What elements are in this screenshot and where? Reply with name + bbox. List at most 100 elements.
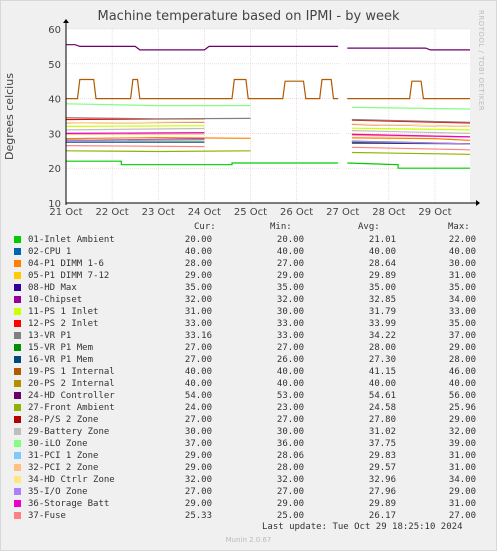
y-tick-label: 50 — [48, 60, 61, 71]
y-tick-label: 30 — [48, 129, 61, 140]
legend-swatch — [14, 512, 21, 519]
legend-swatch — [14, 392, 21, 399]
legend-series-name: 04-P1 DIMM 1-6 — [28, 259, 104, 269]
legend-avg-value: 31.79 — [368, 307, 396, 317]
legend-max-value: 35.00 — [448, 283, 476, 293]
legend-series-name: 13-VR P1 — [28, 331, 72, 341]
legend-max-value: 31.00 — [448, 271, 476, 281]
legend-row: 31-PCI 1 Zone 29.00 28.06 29.83 31.00 — [0, 450, 497, 462]
legend-cur-value: 29.00 — [184, 499, 212, 509]
x-tick-label: 23 Oct — [142, 207, 175, 218]
legend-max-value: 35.00 — [448, 319, 476, 329]
legend-avg-value: 32.96 — [368, 475, 396, 485]
legend-max-value: 39.00 — [448, 439, 476, 449]
legend-max-value: 28.00 — [448, 355, 476, 365]
legend-cur-value: 32.00 — [184, 475, 212, 485]
legend-cur-value: 32.00 — [184, 295, 212, 305]
legend-avg-value: 29.89 — [368, 271, 396, 281]
legend-series-name: 30-iLO Zone — [28, 439, 88, 449]
legend-avg-value: 28.00 — [368, 343, 396, 353]
legend-row: 27-Front Ambient 24.00 23.00 24.58 25.96 — [0, 402, 497, 414]
legend-swatch — [14, 260, 21, 267]
legend-avg-value: 31.02 — [368, 427, 396, 437]
legend-swatch — [14, 464, 21, 471]
legend-cur-value: 37.00 — [184, 439, 212, 449]
legend-max-value: 56.00 — [448, 391, 476, 401]
legend-min-value: 33.00 — [276, 319, 304, 329]
y-axis-arrow — [63, 19, 69, 23]
legend-cur-value: 28.00 — [184, 259, 212, 269]
legend-min-value: 36.00 — [276, 439, 304, 449]
legend-row: 04-P1 DIMM 1-6 28.00 27.00 28.64 30.00 — [0, 258, 497, 270]
legend-row: 08-HD Max 35.00 35.00 35.00 35.00 — [0, 282, 497, 294]
legend-avg-value: 24.58 — [368, 403, 396, 413]
legend-min-value: 28.06 — [276, 451, 304, 461]
legend-header: Cur: Min: Avg: Max: — [0, 222, 497, 234]
data-gap — [340, 29, 346, 203]
legend: 01-Inlet Ambient 20.00 20.00 21.01 22.00 02-C… — [0, 234, 497, 522]
legend-max-value: 40.00 — [448, 379, 476, 389]
legend-swatch — [14, 404, 21, 411]
legend-series-name: 20-PS 2 Internal — [28, 379, 115, 389]
legend-swatch — [14, 416, 21, 423]
legend-row: 02-CPU 1 40.00 40.00 40.00 40.00 — [0, 246, 497, 258]
legend-cur-value: 27.00 — [184, 343, 212, 353]
legend-max-value: 29.00 — [448, 487, 476, 497]
legend-avg-value: 54.61 — [368, 391, 396, 401]
legend-swatch — [14, 452, 21, 459]
legend-cur-value: 31.00 — [184, 307, 212, 317]
x-tick-label: 24 Oct — [188, 207, 221, 218]
legend-series-name: 11-PS 1 Inlet — [28, 307, 99, 317]
legend-row: 35-I/O Zone 27.00 27.00 27.96 29.00 — [0, 486, 497, 498]
legend-row: 13-VR P1 33.16 33.00 34.22 37.00 — [0, 330, 497, 342]
legend-cur-value: 33.00 — [184, 319, 212, 329]
legend-series-name: 37-Fuse — [28, 511, 66, 521]
legend-avg-value: 29.89 — [368, 499, 396, 509]
legend-swatch — [14, 428, 21, 435]
legend-min-value: 30.00 — [276, 427, 304, 437]
legend-avg-value: 35.00 — [368, 283, 396, 293]
legend-header-max: Max: — [448, 222, 470, 232]
legend-row: 34-HD Ctrlr Zone 32.00 32.00 32.96 34.00 — [0, 474, 497, 486]
y-tick-label: 60 — [48, 25, 61, 36]
legend-min-value: 32.00 — [276, 295, 304, 305]
legend-swatch — [14, 236, 21, 243]
legend-avg-value: 27.30 — [368, 355, 396, 365]
x-tick-label: 21 Oct — [49, 207, 82, 218]
legend-swatch — [14, 284, 21, 291]
legend-min-value: 33.00 — [276, 331, 304, 341]
legend-cur-value: 24.00 — [184, 403, 212, 413]
legend-row: 24-HD Controller 54.00 53.00 54.61 56.00 — [0, 390, 497, 402]
legend-row: 28-P/S 2 Zone 27.00 27.00 27.80 29.00 — [0, 414, 497, 426]
legend-avg-value: 34.22 — [368, 331, 396, 341]
legend-avg-value: 37.75 — [368, 439, 396, 449]
legend-series-name: 27-Front Ambient — [28, 403, 115, 413]
legend-min-value: 26.00 — [276, 355, 304, 365]
legend-min-value: 25.00 — [276, 511, 304, 521]
legend-avg-value: 29.57 — [368, 463, 396, 473]
legend-cur-value: 20.00 — [184, 235, 212, 245]
legend-cur-value: 40.00 — [184, 367, 212, 377]
legend-max-value: 31.00 — [448, 499, 476, 509]
legend-series-name: 05-P1 DIMM 7-12 — [28, 271, 110, 281]
legend-max-value: 29.00 — [448, 415, 476, 425]
legend-min-value: 20.00 — [276, 235, 304, 245]
munin-version: Munin 2.0.67 — [225, 536, 272, 544]
legend-swatch — [14, 488, 21, 495]
legend-series-name: 32-PCI 2 Zone — [28, 463, 99, 473]
legend-series-name: 10-Chipset — [28, 295, 83, 305]
x-tick-label: 27 Oct — [326, 207, 359, 218]
legend-max-value: 22.00 — [448, 235, 476, 245]
legend-row: 10-Chipset 32.00 32.00 32.85 34.00 — [0, 294, 497, 306]
legend-series-name: 01-Inlet Ambient — [28, 235, 115, 245]
legend-series-name: 34-HD Ctrlr Zone — [28, 475, 115, 485]
legend-max-value: 31.00 — [448, 463, 476, 473]
legend-series-name: 16-VR P1 Mem — [28, 355, 94, 365]
legend-avg-value: 27.96 — [368, 487, 396, 497]
legend-row: 11-PS 1 Inlet 31.00 30.00 31.79 33.00 — [0, 306, 497, 318]
legend-series-name: 28-P/S 2 Zone — [28, 415, 99, 425]
x-tick-label: 28 Oct — [372, 207, 405, 218]
legend-header-min: Min: — [270, 222, 292, 232]
legend-cur-value: 27.00 — [184, 415, 212, 425]
legend-max-value: 30.00 — [448, 259, 476, 269]
